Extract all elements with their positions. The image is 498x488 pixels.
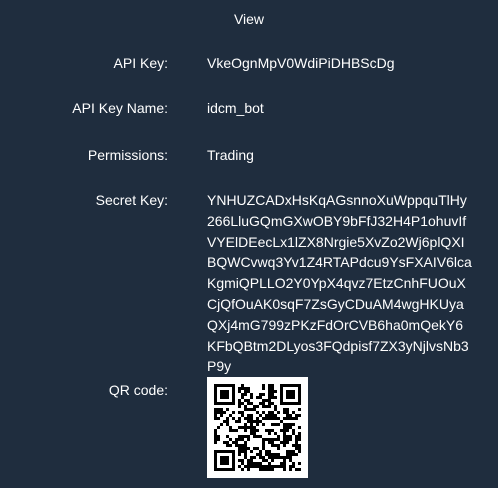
- dialog-title: View: [233, 11, 265, 27]
- qr-code-label: QR code:: [108, 382, 168, 398]
- secret-key-value: YNHUZCADxHsKqAGsnnoXuWppquTlHy266LluGQmG…: [207, 192, 472, 375]
- permissions-value: Trading: [207, 147, 254, 163]
- api-key-label: API Key:: [113, 55, 168, 71]
- api-key-name-label: API Key Name:: [72, 100, 168, 116]
- permissions-label: Permissions:: [87, 147, 168, 163]
- secret-key-label: Secret Key:: [95, 192, 168, 208]
- qr-code-graphic: [214, 384, 301, 471]
- api-key-name-value: idcm_bot: [207, 100, 264, 116]
- qr-code-image: [207, 377, 308, 478]
- api-key-value: VkeOgnMpV0WdiPiDHBScDg: [207, 55, 395, 71]
